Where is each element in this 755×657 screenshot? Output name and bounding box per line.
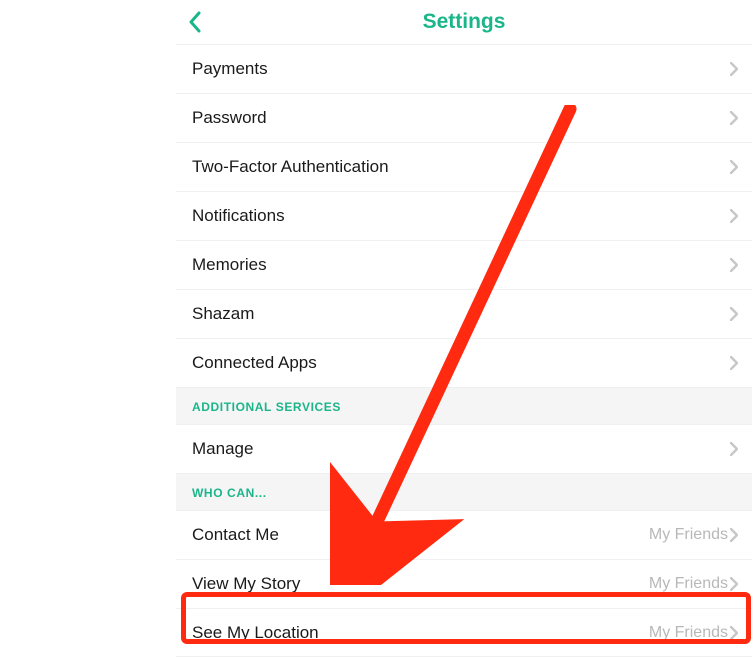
settings-row-label: Connected Apps: [192, 353, 730, 373]
settings-row[interactable]: Connected Apps: [176, 338, 752, 387]
settings-row[interactable]: See My LocationMy Friends: [176, 608, 752, 657]
settings-row-value: My Friends: [649, 526, 728, 544]
chevron-left-icon: [188, 11, 202, 33]
settings-row-label: Memories: [192, 255, 730, 275]
settings-row[interactable]: Notifications: [176, 191, 752, 240]
settings-row-label: Shazam: [192, 304, 730, 324]
settings-row[interactable]: Payments: [176, 44, 752, 93]
chevron-right-icon: [730, 528, 738, 542]
settings-row[interactable]: Memories: [176, 240, 752, 289]
settings-row-label: Contact Me: [192, 525, 649, 545]
settings-row-label: Notifications: [192, 206, 730, 226]
back-button[interactable]: [188, 11, 202, 33]
section-header: ADDITIONAL SERVICES: [176, 387, 752, 424]
section-header: WHO CAN...: [176, 473, 752, 510]
settings-row[interactable]: View My StoryMy Friends: [176, 559, 752, 608]
header-bar: Settings: [176, 0, 752, 44]
chevron-right-icon: [730, 626, 738, 640]
chevron-right-icon: [730, 307, 738, 321]
settings-row[interactable]: Manage: [176, 424, 752, 473]
page-title: Settings: [182, 10, 746, 34]
chevron-right-icon: [730, 62, 738, 76]
chevron-right-icon: [730, 356, 738, 370]
settings-row-label: Manage: [192, 439, 730, 459]
settings-row-value: My Friends: [649, 575, 728, 593]
settings-screen: Settings Payments Password Two-Factor Auth…: [176, 0, 752, 657]
settings-row-label: Password: [192, 108, 730, 128]
settings-row-label: View My Story: [192, 574, 649, 594]
chevron-right-icon: [730, 160, 738, 174]
chevron-right-icon: [730, 258, 738, 272]
settings-row[interactable]: Shazam: [176, 289, 752, 338]
settings-row-label: See My Location: [192, 623, 649, 643]
chevron-right-icon: [730, 111, 738, 125]
chevron-right-icon: [730, 209, 738, 223]
settings-row[interactable]: Password: [176, 93, 752, 142]
settings-row-label: Two-Factor Authentication: [192, 157, 730, 177]
settings-row-value: My Friends: [649, 624, 728, 642]
settings-row-label: Payments: [192, 59, 730, 79]
chevron-right-icon: [730, 442, 738, 456]
settings-row[interactable]: Contact MeMy Friends: [176, 510, 752, 559]
chevron-right-icon: [730, 577, 738, 591]
settings-list: Payments Password Two-Factor Authenticatio…: [176, 44, 752, 657]
settings-row[interactable]: Two-Factor Authentication: [176, 142, 752, 191]
